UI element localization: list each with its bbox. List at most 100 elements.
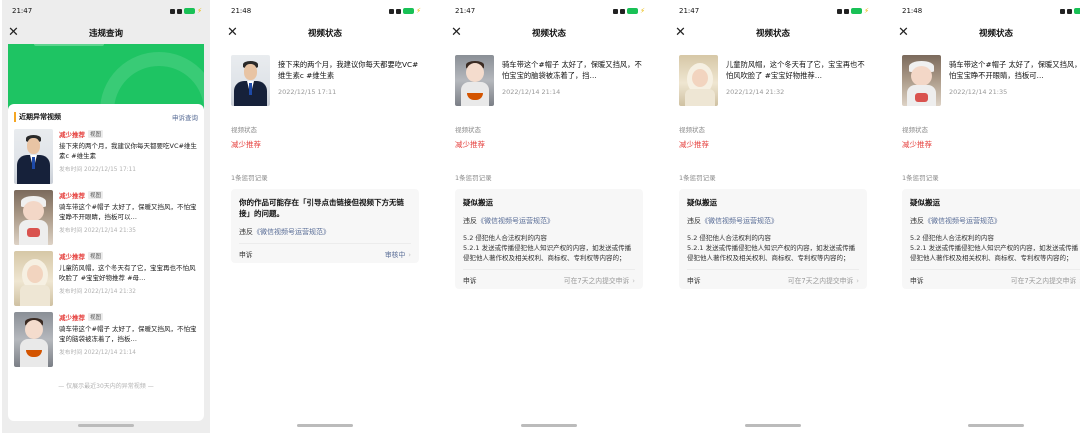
- signal-icon: [170, 8, 176, 14]
- video-description: 骑车带这个#帽子 太好了，保暖又挡风，不怕宝宝睁不开眼睛，挡板可…: [949, 60, 1080, 80]
- wifi-icon: [620, 8, 626, 14]
- screen-video-status-2: 21:47 ⚡ ✕ 视频状态 骑车带这个#帽子 太好了，保暖又挡风，不怕宝宝的脑…: [445, 0, 653, 433]
- publish-time: 发布时间 2022/12/14 21:35: [59, 228, 136, 234]
- violation-line: 违反《微信视频号运营规范》: [687, 216, 859, 226]
- appeal-row[interactable]: 申诉 可在7天之内提交申诉›: [687, 269, 859, 289]
- status-value: 减少推荐: [231, 140, 261, 149]
- close-icon[interactable]: ✕: [898, 24, 909, 42]
- close-icon[interactable]: ✕: [451, 24, 462, 42]
- rules-link[interactable]: 《微信视频号运营规范》: [701, 217, 778, 225]
- status-block: 视频状态 减少推荐: [669, 124, 877, 150]
- violate-prefix: 违反: [910, 217, 924, 225]
- signal-icon: [837, 8, 843, 14]
- wifi-icon: [844, 8, 850, 14]
- record-title: 你的作品可能存在「引导点击链接但视频下方无链接」的问题。: [239, 198, 404, 218]
- type-badge: 视图: [88, 191, 104, 199]
- video-description: 儿童防风帽，这个冬天有了它，宝宝再也不怕风吹脸了 #宝宝好物推荐…: [726, 60, 865, 80]
- records-label: 1条惩罚记录: [902, 174, 939, 182]
- battery-icon: [851, 8, 863, 14]
- violation-line: 违反《微信视频号运营规范》: [463, 216, 635, 226]
- status-icons: ⚡: [170, 7, 202, 15]
- screen-video-status-4: 21:48 ⚡ ✕ 视频状态 骑车带这个#帽子 太好了，保暖又挡风，不怕宝宝睁不…: [892, 0, 1080, 433]
- rules-link[interactable]: 《微信视频号运营规范》: [924, 217, 1001, 225]
- abnormal-video-card: 近期异常视频 申诉查询 减少推荐 视图 接下来的两个月，我建议你每天都要吃VC#维…: [8, 104, 204, 421]
- status-label: 视频状态: [231, 126, 257, 134]
- battery-icon: [184, 8, 196, 14]
- rules-link[interactable]: 《微信视频号运营规范》: [253, 228, 330, 236]
- close-icon[interactable]: ✕: [675, 24, 686, 42]
- list-item[interactable]: 减少推荐 视图 接下来的两个月，我建议你每天都要吃VC#维生素c #维生素 发布时…: [14, 129, 198, 186]
- status-block: 视频状态 减少推荐: [221, 124, 429, 150]
- list-item[interactable]: 减少推荐 视图 骑车带这个#帽子 太好了，保暖又挡风，不怕宝宝的脑袋被冻着了，挡板…: [14, 312, 198, 369]
- video-description: 接下来的两个月，我建议你每天都要吃VC#维生素c #维生素: [278, 60, 419, 80]
- penalty-record-card: 疑似搬运 违反《微信视频号运营规范》 5.2 侵犯他人合法权利的内容 5.2.1…: [679, 189, 867, 289]
- video-thumbnail: [14, 129, 53, 184]
- screen-video-status-1: 21:48 ⚡ ✕ 视频状态 接下来的两个月，我建议你每天都要吃VC#维生素c …: [221, 0, 429, 433]
- publish-time: 2022/12/15 17:11: [278, 88, 337, 96]
- list-title: 近期异常视频: [14, 112, 61, 122]
- type-badge: 视图: [88, 130, 104, 138]
- status-time: 21:47: [455, 7, 476, 15]
- appeal-label: 申诉: [463, 276, 477, 285]
- appeal-label: 申诉: [910, 276, 924, 285]
- video-summary[interactable]: 接下来的两个月，我建议你每天都要吃VC#维生素c #维生素 2022/12/15…: [221, 44, 429, 116]
- video-thumbnail: [455, 55, 494, 106]
- status-icons: ⚡: [389, 7, 421, 15]
- video-summary[interactable]: 骑车带这个#帽子 太好了，保暖又挡风，不怕宝宝的脑袋被冻着了，挡… 2022/1…: [445, 44, 653, 116]
- nav-bar: ✕ 视频状态: [221, 22, 429, 44]
- nav-bar: ✕ 视频状态: [669, 22, 877, 44]
- status-badge: 减少推荐: [59, 131, 85, 139]
- home-indicator: [297, 424, 353, 427]
- video-thumbnail: [231, 55, 270, 106]
- status-badge: 减少推荐: [59, 253, 85, 261]
- wifi-icon: [396, 8, 402, 14]
- status-value: 减少推荐: [902, 140, 932, 149]
- appeal-row[interactable]: 申诉 审核中 ›: [239, 243, 411, 263]
- rules-link[interactable]: 《微信视频号运营规范》: [477, 217, 554, 225]
- home-indicator: [78, 424, 134, 427]
- publish-time: 发布时间 2022/12/15 17:11: [59, 167, 136, 173]
- appeal-query-link[interactable]: 申诉查询: [172, 112, 198, 122]
- rule-detail: 5.2 侵犯他人合法权利的内容 5.2.1 发送或传播侵犯他人知识产权的内容，如…: [910, 234, 1079, 262]
- penalty-record-card: 疑似搬运 违反《微信视频号运营规范》 5.2 侵犯他人合法权利的内容 5.2.1…: [902, 189, 1080, 289]
- list-item[interactable]: 减少推荐 视图 骑车带这个#帽子 太好了，保暖又挡风，不怕宝宝睁不开眼睛，挡板可以…: [14, 190, 198, 247]
- penalty-record-card: 疑似搬运 违反《微信视频号运营规范》 5.2 侵犯他人合法权利的内容 5.2.1…: [455, 189, 643, 289]
- charging-icon: ⚡: [640, 7, 645, 15]
- charging-icon: ⚡: [864, 7, 869, 15]
- appeal-status: 审核中: [384, 250, 406, 259]
- nav-bar: ✕ 违规查询: [2, 22, 210, 44]
- video-description: 接下来的两个月，我建议你每天都要吃VC#维生素c #维生素: [59, 142, 197, 160]
- signal-icon: [389, 8, 395, 14]
- video-description: 儿童防风帽，这个冬天有了它，宝宝再也不怕风吹脸了 #宝宝好物推荐 #母…: [59, 264, 196, 282]
- battery-icon: [403, 8, 415, 14]
- status-label: 视频状态: [679, 126, 705, 134]
- status-icons: ⚡: [1060, 7, 1080, 15]
- violate-prefix: 违反: [463, 217, 477, 225]
- video-summary[interactable]: 骑车带这个#帽子 太好了，保暖又挡风，不怕宝宝睁不开眼睛，挡板可… 2022/1…: [892, 44, 1080, 116]
- records-label: 1条惩罚记录: [679, 174, 716, 182]
- close-icon[interactable]: ✕: [227, 24, 238, 42]
- status-bar: 21:47 ⚡: [445, 0, 653, 22]
- screen-violation-query: 21:47 ⚡ ✕ 违规查询 近期异常视频 申诉查询 减少推荐 视图 接下来的两个…: [2, 0, 210, 433]
- status-block: 视频状态 减少推荐: [892, 124, 1080, 150]
- record-title: 疑似搬运: [910, 198, 940, 207]
- rule-detail: 5.2 侵犯他人合法权利的内容 5.2.1 发送或传播侵犯他人知识产权的内容，如…: [687, 234, 856, 262]
- rule-detail: 5.2 侵犯他人合法权利的内容 5.2.1 发送或传播侵犯他人知识产权的内容，如…: [463, 234, 632, 262]
- status-icons: ⚡: [613, 7, 645, 15]
- list-item[interactable]: 减少推荐 视图 儿童防风帽，这个冬天有了它，宝宝再也不怕风吹脸了 #宝宝好物推荐 …: [14, 251, 198, 308]
- violation-line: 违反《微信视频号运营规范》: [910, 216, 1080, 226]
- violate-prefix: 违反: [687, 217, 701, 225]
- screen-video-status-3: 21:47 ⚡ ✕ 视频状态 儿童防风帽，这个冬天有了它，宝宝再也不怕风吹脸了 …: [669, 0, 877, 433]
- status-badge: 减少推荐: [59, 314, 85, 322]
- close-icon[interactable]: ✕: [8, 24, 19, 42]
- appeal-row[interactable]: 申诉 可在7天之内提交申诉›: [910, 269, 1080, 289]
- video-summary[interactable]: 儿童防风帽，这个冬天有了它，宝宝再也不怕风吹脸了 #宝宝好物推荐… 2022/1…: [669, 44, 877, 116]
- chevron-right-icon: ›: [856, 276, 859, 285]
- battery-icon: [1074, 8, 1080, 14]
- page-title: 视频状态: [755, 29, 790, 39]
- record-title: 疑似搬运: [463, 198, 493, 207]
- nav-bar: ✕ 视频状态: [445, 22, 653, 44]
- nav-bar: ✕ 视频状态: [892, 22, 1080, 44]
- appeal-row[interactable]: 申诉 可在7天之内提交申诉›: [463, 269, 635, 289]
- status-time: 21:47: [12, 7, 33, 15]
